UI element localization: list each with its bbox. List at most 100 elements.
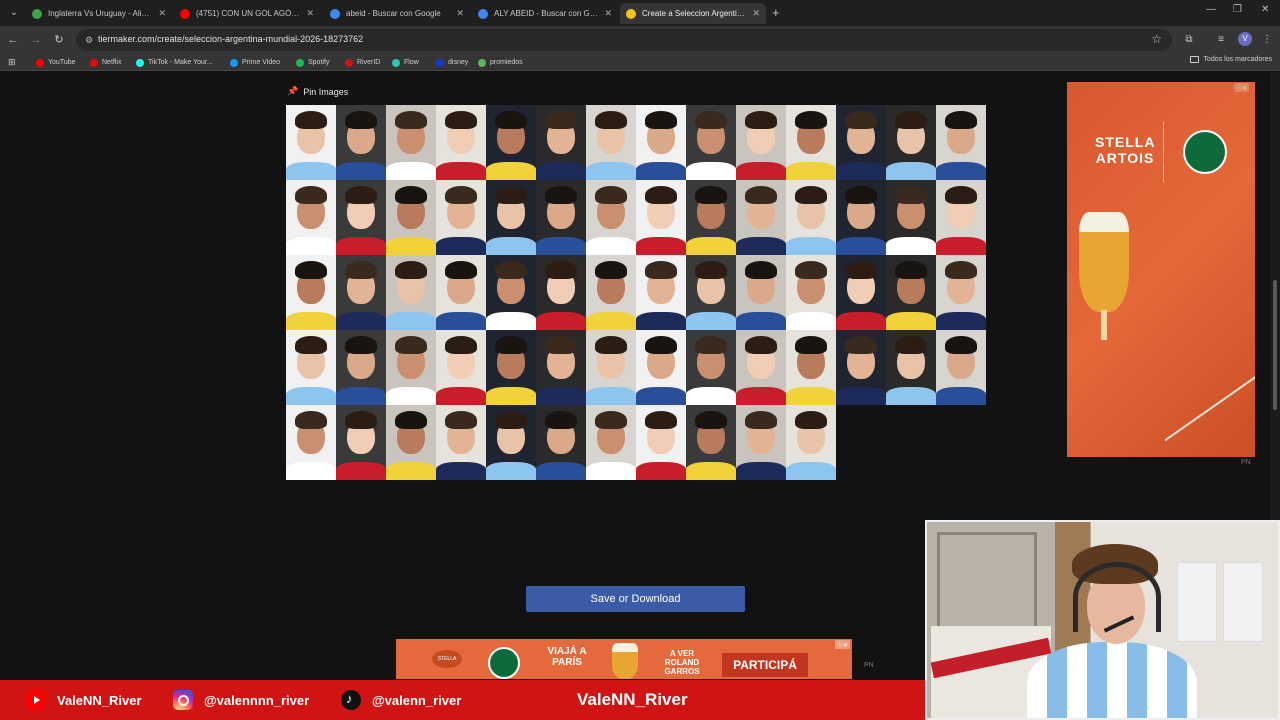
player-card[interactable] [436, 330, 486, 405]
player-card[interactable] [786, 105, 836, 180]
extensions-icon[interactable]: ⧉ [1181, 32, 1197, 48]
player-card[interactable] [386, 405, 436, 480]
tab-3[interactable]: abeid - Buscar con Google ✕ [324, 3, 470, 24]
player-card[interactable] [636, 180, 686, 255]
player-card[interactable] [636, 330, 686, 405]
tab-4[interactable]: ALY ABEID - Buscar con Google ✕ [472, 3, 618, 24]
player-card[interactable] [686, 105, 736, 180]
player-card[interactable] [286, 405, 336, 480]
player-card[interactable] [486, 180, 536, 255]
player-card[interactable] [286, 255, 336, 330]
player-card[interactable] [886, 180, 936, 255]
tab-close-icon[interactable]: ✕ [158, 8, 166, 19]
player-card[interactable] [786, 405, 836, 480]
menu-icon[interactable]: ⋮ [1259, 32, 1275, 48]
player-card[interactable] [336, 330, 386, 405]
new-tab-button[interactable]: + [772, 5, 780, 20]
media-icon[interactable]: ≡ [1213, 32, 1229, 48]
tab-1[interactable]: Inglaterra Vs Uruguay - Alineac ✕ [26, 3, 172, 24]
player-card[interactable] [736, 405, 786, 480]
player-card[interactable] [686, 405, 736, 480]
apps-icon[interactable]: ⊞ [8, 56, 16, 69]
ad-info-icon[interactable]: ⓘ✕ [1234, 83, 1250, 92]
player-card[interactable] [886, 255, 936, 330]
player-card[interactable] [686, 255, 736, 330]
maximize-icon[interactable]: ❐ [1233, 4, 1242, 15]
bookmark-8[interactable]: disney [436, 56, 468, 69]
player-card[interactable] [786, 330, 836, 405]
player-card[interactable] [636, 255, 686, 330]
player-card[interactable] [286, 330, 336, 405]
ad-info-icon-bottom[interactable]: ⓘ✕ [835, 640, 851, 649]
player-card[interactable] [586, 330, 636, 405]
player-card[interactable] [736, 180, 786, 255]
address-bar[interactable]: ⚙ tiermaker.com/create/seleccion-argenti… [76, 29, 1172, 51]
player-card[interactable] [686, 180, 736, 255]
tab-close-icon[interactable]: ✕ [306, 8, 314, 19]
player-card[interactable] [836, 330, 886, 405]
tab-5[interactable]: Create a Seleccion Argentina M ✕ [620, 3, 766, 24]
player-card[interactable] [486, 405, 536, 480]
player-card[interactable] [436, 255, 486, 330]
player-card[interactable] [536, 330, 586, 405]
side-advertisement[interactable]: STELLA ARTOIS [1067, 82, 1255, 457]
close-window-icon[interactable]: ✕ [1261, 4, 1269, 15]
minimize-icon[interactable]: — [1206, 4, 1216, 15]
player-card[interactable] [336, 405, 386, 480]
player-card[interactable] [436, 105, 486, 180]
scrollbar-thumb[interactable] [1273, 280, 1277, 410]
player-card[interactable] [336, 255, 386, 330]
bookmark-7[interactable]: Flow [392, 56, 419, 69]
player-card[interactable] [736, 330, 786, 405]
bookmark-1[interactable]: YouTube [36, 56, 76, 69]
back-icon[interactable]: ← [5, 32, 21, 48]
ad-cta-button[interactable]: PARTICIPÁ [722, 653, 808, 677]
site-info-icon[interactable]: ⚙ [82, 33, 96, 47]
tab-close-icon[interactable]: ✕ [456, 8, 464, 19]
player-card[interactable] [386, 255, 436, 330]
player-card[interactable] [386, 180, 436, 255]
player-card[interactable] [636, 105, 686, 180]
save-download-button[interactable]: Save or Download [526, 586, 745, 612]
player-card[interactable] [586, 405, 636, 480]
player-card[interactable] [686, 330, 736, 405]
player-card[interactable] [286, 180, 336, 255]
bookmark-6[interactable]: RiverID [345, 56, 380, 69]
player-card[interactable] [936, 330, 986, 405]
pin-images-toggle[interactable]: 📌 Pin Images [287, 86, 348, 97]
player-card[interactable] [636, 405, 686, 480]
url-text[interactable]: tiermaker.com/create/seleccion-argentina… [98, 34, 363, 44]
player-card[interactable] [436, 405, 486, 480]
tab-close-icon[interactable]: ✕ [752, 8, 760, 19]
player-card[interactable] [336, 105, 386, 180]
player-card[interactable] [536, 180, 586, 255]
bookmark-4[interactable]: Prime Video [230, 56, 280, 69]
player-card[interactable] [836, 105, 886, 180]
reload-icon[interactable]: ↻ [51, 32, 67, 48]
player-card[interactable] [486, 255, 536, 330]
player-card[interactable] [486, 105, 536, 180]
player-card[interactable] [836, 255, 886, 330]
bookmark-5[interactable]: Spotify [296, 56, 329, 69]
player-card[interactable] [886, 330, 936, 405]
player-card[interactable] [736, 255, 786, 330]
player-card[interactable] [536, 255, 586, 330]
forward-icon[interactable]: → [28, 32, 44, 48]
bookmark-2[interactable]: Netflix [90, 56, 121, 69]
player-card[interactable] [786, 180, 836, 255]
player-card[interactable] [936, 255, 986, 330]
player-card[interactable] [386, 105, 436, 180]
player-card[interactable] [336, 180, 386, 255]
bookmark-3[interactable]: TikTok - Make Your... [136, 56, 213, 69]
player-card[interactable] [286, 105, 336, 180]
tab-2[interactable]: (4751) CON UN GOL AGÓNICO ✕ [174, 3, 320, 24]
player-card[interactable] [386, 330, 436, 405]
player-card[interactable] [536, 405, 586, 480]
player-card[interactable] [586, 255, 636, 330]
player-card[interactable] [836, 180, 886, 255]
player-card[interactable] [736, 105, 786, 180]
bottom-advertisement[interactable]: STELLA VIAJÁ A PARÍS A VER ROLAND GARROS… [396, 639, 852, 679]
player-card[interactable] [536, 105, 586, 180]
player-card[interactable] [886, 105, 936, 180]
player-card[interactable] [436, 180, 486, 255]
